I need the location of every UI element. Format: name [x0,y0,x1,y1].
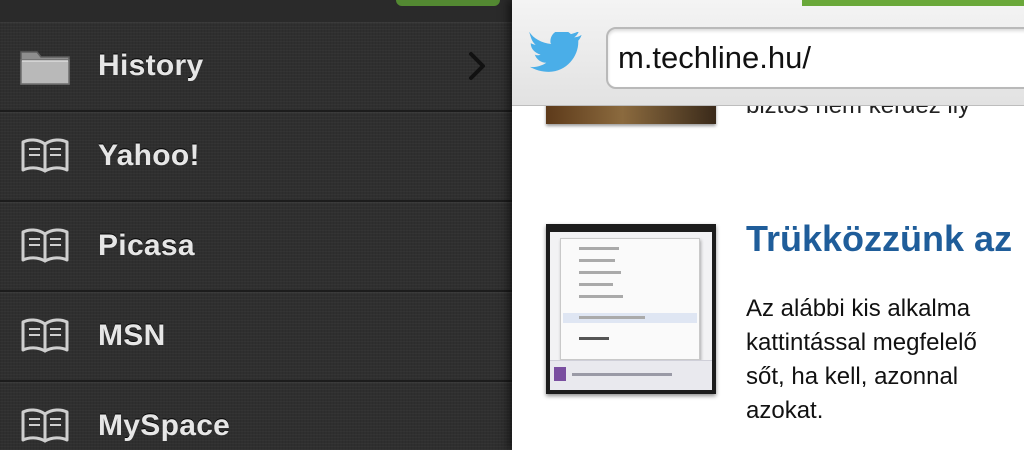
article-thumbnail-partial[interactable] [546,106,716,124]
bookmark-item-myspace[interactable]: MySpace [0,382,512,450]
panel-top-strip [0,0,512,22]
book-icon [18,224,72,268]
bookmark-item-msn[interactable]: MSN [0,292,512,382]
bookmark-label: MSN [98,319,166,352]
article-thumbnail[interactable] [546,224,716,394]
article-excerpt: Az alábbi kis alkalma kattintással megfe… [746,295,977,424]
browser-panel: m.techline.hu/ biztos nem kérdez ily [512,0,1024,450]
bookmark-label: History [98,49,204,82]
url-field[interactable]: m.techline.hu/ [606,27,1024,89]
twitter-bird-icon[interactable] [526,30,592,82]
bookmark-item-history[interactable]: History [0,22,512,112]
book-icon [18,134,72,178]
thumbnail-context-menu [560,238,700,360]
bookmark-label: Yahoo! [98,139,200,172]
thumbnail-screenshot [550,232,712,390]
book-icon [18,314,72,358]
bookmark-item-yahoo[interactable]: Yahoo! [0,112,512,202]
thumbnail-bottom-bar [550,360,712,390]
web-page-content: biztos nem kérdez ily Tr [512,106,1024,450]
folder-icon [18,44,72,88]
bookmarks-panel: History Yahoo! Picasa MSN MySpace [0,0,512,450]
article-title-link[interactable]: Trükközzünk az [746,218,1012,260]
partial-article-text: biztos nem kérdez ily [746,106,970,120]
bookmark-label: Picasa [98,229,195,262]
bookmark-item-picasa[interactable]: Picasa [0,202,512,292]
bookmark-label: MySpace [98,409,231,442]
chevron-right-icon [464,46,490,86]
browser-toolbar: m.techline.hu/ [512,0,1024,106]
tab-indicator [396,0,500,6]
page-load-indicator [802,0,1024,6]
book-icon [18,404,72,448]
